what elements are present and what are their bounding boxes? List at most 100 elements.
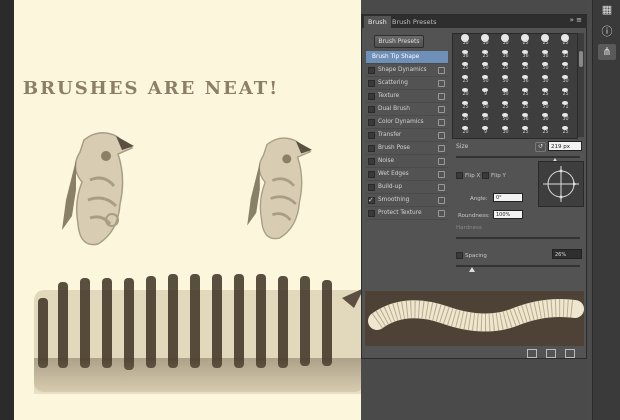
brush-option-7[interactable]: Brush Pose — [366, 142, 448, 155]
tab-brush-presets[interactable]: Brush Presets — [388, 16, 440, 28]
brush-option-2[interactable]: Scattering — [366, 77, 448, 90]
brush-preset-cell[interactable]: 30 — [536, 74, 555, 86]
toggle-live-tip-icon[interactable] — [527, 349, 537, 358]
brush-preset-cell[interactable]: 25 — [516, 100, 535, 112]
brush-preset-cell[interactable]: 50 — [476, 74, 495, 86]
brush-preset-cell[interactable]: 25 — [556, 125, 575, 137]
brush-preset-cell[interactable]: 20 — [456, 87, 475, 99]
brush-preset-cell[interactable]: 30 — [456, 34, 475, 48]
option-checkbox[interactable] — [368, 119, 375, 126]
brush-option-1[interactable]: Shape Dynamics — [366, 64, 448, 77]
brush-preset-cell[interactable]: 30 — [496, 125, 515, 137]
brush-preset-cell[interactable]: 50 — [536, 61, 555, 73]
spacing-slider-handle[interactable] — [469, 267, 475, 272]
lock-icon[interactable] — [438, 80, 445, 87]
brush-preset-cell[interactable]: 36 — [496, 49, 515, 61]
lock-icon[interactable] — [438, 93, 445, 100]
option-checkbox[interactable] — [368, 171, 375, 178]
brush-preset-cell[interactable]: 25 — [456, 74, 475, 86]
brush-preset-cell[interactable]: 30 — [556, 112, 575, 124]
brush-option-9[interactable]: Wet Edges — [366, 168, 448, 181]
brush-preset-cell[interactable]: 25 — [516, 87, 535, 99]
flip-y-checkbox[interactable]: Flip Y — [482, 172, 506, 179]
brush-preset-cell[interactable]: 25 — [516, 61, 535, 73]
brush-preset-cell[interactable]: 25 — [536, 87, 555, 99]
size-slider[interactable] — [456, 156, 580, 158]
brush-option-4[interactable]: Dual Brush — [366, 103, 448, 116]
create-new-brush-icon[interactable] — [565, 349, 575, 358]
brush-preset-cell[interactable]: 25 — [536, 34, 555, 48]
brush-preset-cell[interactable]: 50 — [496, 112, 515, 124]
brush-preset-cell[interactable]: 25 — [496, 100, 515, 112]
scrollbar-thumb[interactable] — [579, 51, 583, 67]
brush-option-6[interactable]: Transfer — [366, 129, 448, 142]
brush-option-11[interactable]: Smoothing — [366, 194, 448, 207]
brush-preset-cell[interactable]: 9 — [476, 125, 495, 137]
option-checkbox[interactable] — [368, 80, 375, 87]
brush-preset-cell[interactable]: 25 — [456, 100, 475, 112]
lock-icon[interactable] — [438, 145, 445, 152]
angle-input[interactable]: 0° — [493, 193, 523, 202]
reset-size-icon[interactable]: ↺ — [535, 142, 546, 152]
brush-preset-cell[interactable]: 20 — [456, 125, 475, 137]
brush-preset-cell[interactable]: 25 — [556, 87, 575, 99]
brush-preset-cell[interactable]: 25 — [456, 112, 475, 124]
brush-preset-cell[interactable]: 50 — [496, 74, 515, 86]
lock-icon[interactable] — [438, 184, 445, 191]
lock-icon[interactable] — [438, 106, 445, 113]
brush-preset-cell[interactable]: 50 — [476, 100, 495, 112]
option-checkbox[interactable] — [368, 158, 375, 165]
grid-view-icon[interactable] — [546, 349, 556, 358]
brush-presets-button[interactable]: Brush Presets — [374, 35, 424, 48]
lock-icon[interactable] — [438, 197, 445, 204]
tab-brush[interactable]: Brush — [364, 16, 391, 28]
brush-option-0[interactable]: Brush Tip Shape — [366, 51, 448, 64]
option-checkbox[interactable] — [368, 145, 375, 152]
brush-preset-cell[interactable]: 36 — [516, 74, 535, 86]
option-checkbox[interactable] — [368, 194, 375, 206]
brush-preset-grid[interactable]: 30 30 30 25 25 25 36 25 36 36 36 32 25 50 25 25 50 71 25 50… — [452, 33, 578, 139]
option-checkbox[interactable] — [368, 184, 375, 191]
option-checkbox[interactable] — [368, 67, 375, 74]
brush-preset-cell[interactable]: 9 — [476, 87, 495, 99]
lock-icon[interactable] — [438, 119, 445, 126]
brush-preset-cell[interactable]: 25 — [536, 125, 555, 137]
flip-x-checkbox[interactable]: Flip X — [456, 172, 480, 179]
brush-preset-cell[interactable]: 32 — [556, 49, 575, 61]
brush-preset-cell[interactable]: 30 — [496, 87, 515, 99]
info-icon[interactable]: ⓘ — [598, 24, 616, 40]
history-icon[interactable]: ▦ — [598, 2, 616, 18]
lock-icon[interactable] — [438, 210, 445, 217]
brush-preset-cell[interactable]: 71 — [556, 61, 575, 73]
brush-option-12[interactable]: Protect Texture — [366, 207, 448, 220]
panel-menu-icon[interactable]: » ≡ — [570, 16, 582, 24]
brush-preset-cell[interactable]: 36 — [516, 49, 535, 61]
brush-option-3[interactable]: Texture — [366, 90, 448, 103]
brush-preset-cell[interactable]: 25 — [516, 125, 535, 137]
angle-roundness-compass[interactable] — [538, 161, 584, 207]
lock-icon[interactable] — [438, 67, 445, 74]
size-input[interactable]: 219 px — [548, 141, 582, 151]
brush-preset-cell[interactable]: 71 — [556, 100, 575, 112]
lock-icon[interactable] — [438, 171, 445, 178]
brush-option-8[interactable]: Noise — [366, 155, 448, 168]
spacing-checkbox[interactable]: Spacing — [456, 252, 487, 259]
brush-preset-cell[interactable]: 36 — [536, 49, 555, 61]
option-checkbox[interactable] — [368, 210, 375, 217]
option-checkbox[interactable] — [368, 106, 375, 113]
brush-preset-cell[interactable]: 36 — [456, 49, 475, 61]
preset-grid-scrollbar[interactable] — [578, 33, 584, 137]
brush-option-5[interactable]: Color Dynamics — [366, 116, 448, 129]
option-checkbox[interactable] — [368, 93, 375, 100]
brush-preset-cell[interactable]: 30 — [536, 112, 555, 124]
brush-preset-cell[interactable]: 25 — [496, 61, 515, 73]
brush-preset-cell[interactable]: 30 — [556, 74, 575, 86]
brush-preset-cell[interactable]: 50 — [536, 100, 555, 112]
brush-preset-cell[interactable]: 36 — [516, 112, 535, 124]
brush-preset-cell[interactable]: 25 — [476, 49, 495, 61]
brush-preset-cell[interactable]: 30 — [496, 34, 515, 48]
spacing-input[interactable]: 26% — [552, 249, 582, 259]
lock-icon[interactable] — [438, 158, 445, 165]
roundness-input[interactable]: 100% — [493, 210, 523, 219]
brush-option-10[interactable]: Build-up — [366, 181, 448, 194]
